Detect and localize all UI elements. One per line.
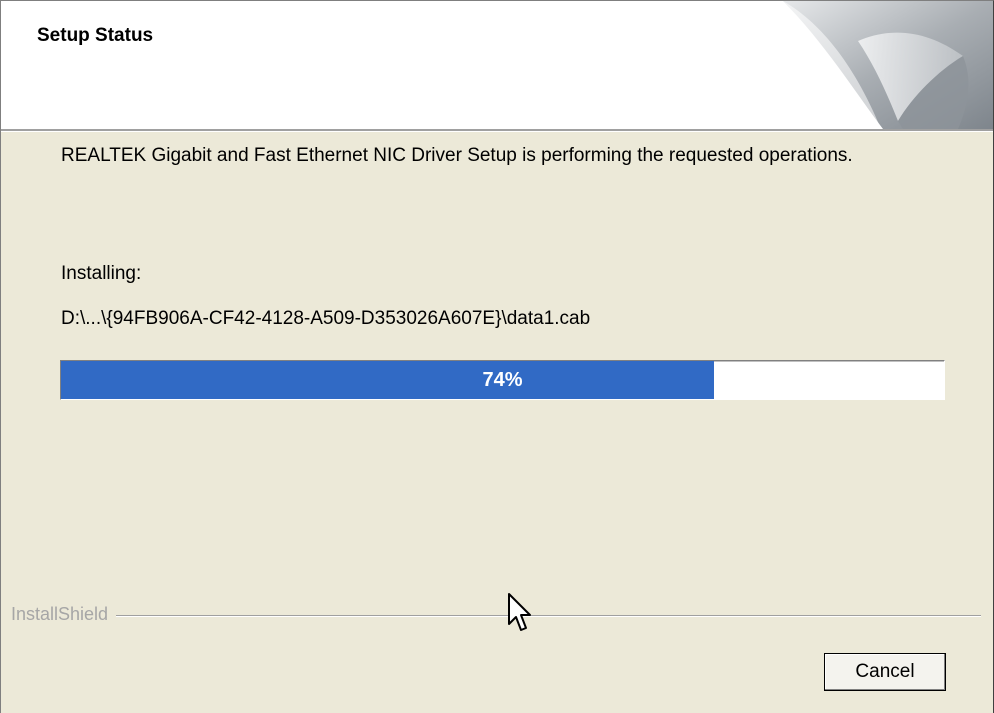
setup-status-dialog: Setup Status REALTEK Gigabit and Fast Et… <box>0 0 994 713</box>
cancel-button[interactable]: Cancel <box>824 653 946 691</box>
mouse-pointer-icon <box>508 593 531 631</box>
current-file-path: D:\...\{94FB906A-CF42-4128-A509-D353026A… <box>61 308 591 329</box>
dialog-header: Setup Status <box>1 1 993 131</box>
brand-divider <box>11 615 981 617</box>
progress-percent-label: 74% <box>482 369 523 391</box>
page-title: Setup Status <box>37 25 154 46</box>
installshield-page-curl-icon <box>783 1 993 129</box>
installing-label: Installing: <box>61 263 142 284</box>
cancel-button-label: Cancel <box>855 661 915 682</box>
installshield-branding: InstallShield <box>1 604 993 628</box>
brand-label: InstallShield <box>11 604 117 625</box>
install-progress-bar: 74% <box>60 360 945 400</box>
operation-description: REALTEK Gigabit and Fast Ethernet NIC Dr… <box>61 145 853 166</box>
